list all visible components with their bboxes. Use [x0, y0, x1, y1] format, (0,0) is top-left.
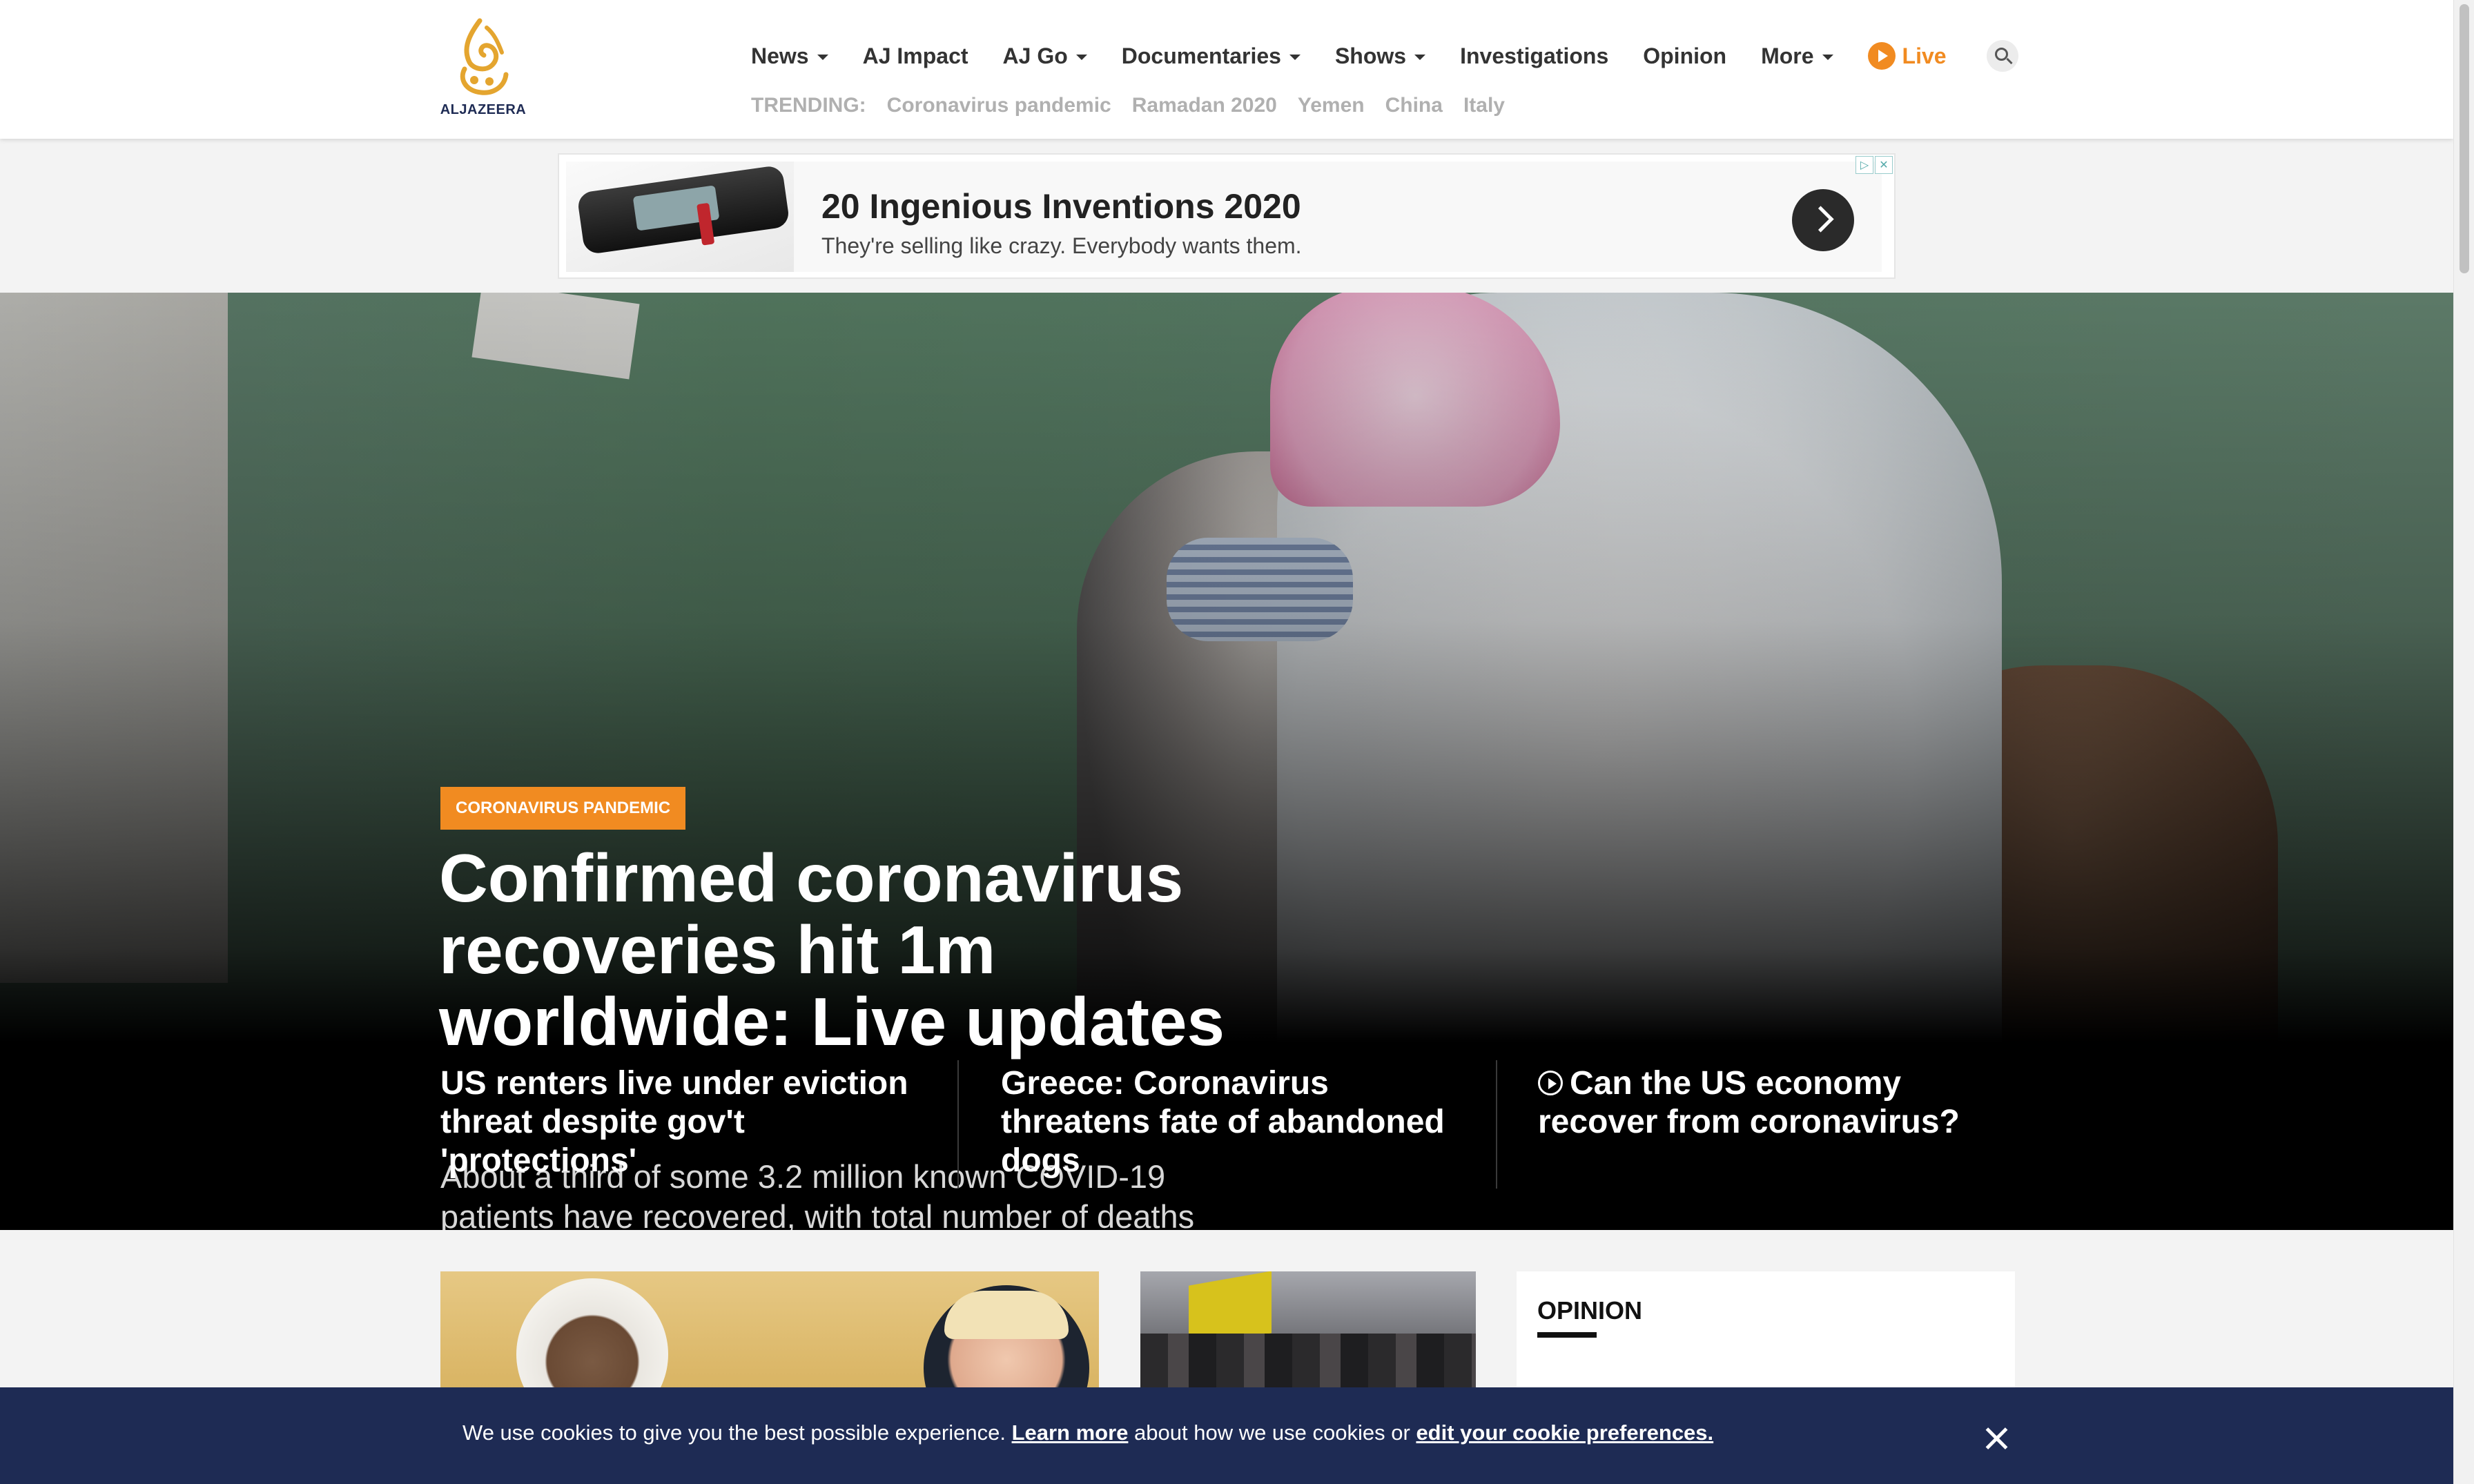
trending-link[interactable]: Yemen	[1298, 94, 1365, 117]
section-underline	[1537, 1332, 1597, 1338]
nav-item-opinion[interactable]: Opinion	[1643, 43, 1726, 69]
related-story-link[interactable]: Greece: Coronavirus threatens fate of ab…	[1001, 1064, 1470, 1180]
advertisement-banner[interactable]: 20 Ingenious Inventions 2020 They're sel…	[558, 153, 1896, 279]
ad-title[interactable]: 20 Ingenious Inventions 2020	[821, 186, 1301, 226]
chevron-down-icon	[1414, 55, 1426, 60]
scrollbar[interactable]	[2453, 0, 2474, 1484]
related-story-video[interactable]: Can the US economy recover from coronavi…	[1538, 1064, 2021, 1142]
ad-subtitle: They're selling like crazy. Everybody wa…	[821, 233, 1302, 258]
nav-label: News	[751, 43, 809, 68]
divider	[957, 1060, 959, 1189]
cookie-text: about how we use cookies or	[1128, 1420, 1416, 1445]
related-story-link[interactable]: US renters live under eviction threat de…	[440, 1064, 917, 1180]
trending-bar: TRENDING: Coronavirus pandemic Ramadan 2…	[751, 94, 1526, 117]
site-header: ALJAZEERA News AJ Impact AJ Go Documenta…	[0, 0, 2453, 139]
play-icon	[1867, 42, 1896, 70]
ad-product-image	[566, 162, 794, 272]
thumbnail-person-hair	[944, 1291, 1069, 1339]
nav-item-documentaries[interactable]: Documentaries	[1122, 43, 1301, 69]
chevron-right-icon[interactable]	[1792, 189, 1854, 251]
trending-link[interactable]: Ramadan 2020	[1132, 94, 1277, 117]
close-icon[interactable]: ✕	[1875, 156, 1893, 174]
nav-item-aj-go[interactable]: AJ Go	[1003, 43, 1087, 69]
ad-badges: ▷ ✕	[1854, 156, 1893, 174]
learn-more-link[interactable]: Learn more	[1012, 1420, 1129, 1445]
aljazeera-emblem-icon	[460, 18, 509, 95]
logo-wordmark: ALJAZEERA	[440, 102, 527, 117]
chevron-down-icon	[1822, 55, 1833, 60]
nav-label: Opinion	[1643, 43, 1727, 68]
cookie-message: We use cookies to give you the best poss…	[462, 1420, 1713, 1445]
story-thumbnail[interactable]	[1140, 1271, 1476, 1389]
thumbnail-person	[516, 1278, 668, 1389]
main-nav: News AJ Impact AJ Go Documentaries Shows…	[751, 39, 2018, 73]
nav-label: Investigations	[1460, 43, 1609, 68]
category-badge[interactable]: CORONAVIRUS PANDEMIC	[440, 787, 686, 830]
nav-label: More	[1761, 43, 1814, 68]
nav-item-investigations[interactable]: Investigations	[1460, 43, 1608, 69]
nav-item-aj-impact[interactable]: AJ Impact	[863, 43, 968, 69]
hero-headline[interactable]: Confirmed coronavirus recoveries hit 1m …	[439, 842, 1254, 1057]
live-label: Live	[1902, 43, 1947, 68]
trending-link[interactable]: China	[1385, 94, 1443, 117]
trending-link[interactable]: Coronavirus pandemic	[887, 94, 1111, 117]
nav-label: Shows	[1334, 43, 1407, 68]
chevron-down-icon	[1075, 55, 1087, 60]
divider	[1496, 1060, 1497, 1189]
chevron-down-icon	[1289, 55, 1301, 60]
nav-label: AJ Impact	[862, 43, 968, 68]
adchoices-icon[interactable]: ▷	[1856, 156, 1873, 174]
thumbnail-crowd	[1140, 1334, 1476, 1389]
nav-item-more[interactable]: More	[1761, 43, 1833, 69]
cookie-text: We use cookies to give you the best poss…	[462, 1420, 1012, 1445]
cookie-banner: We use cookies to give you the best poss…	[0, 1387, 2453, 1484]
nav-label: Documentaries	[1121, 43, 1281, 68]
chevron-down-icon	[817, 55, 828, 60]
related-story-title: Can the US economy recover from coronavi…	[1538, 1065, 1960, 1140]
play-icon	[1538, 1071, 1563, 1095]
story-thumbnail[interactable]	[440, 1271, 1099, 1389]
trending-label: TRENDING:	[751, 94, 866, 117]
cookie-preferences-link[interactable]: edit your cookie preferences.	[1416, 1420, 1713, 1445]
search-icon[interactable]	[1986, 40, 2018, 72]
close-icon[interactable]	[1983, 1425, 2010, 1452]
aljazeera-logo[interactable]: ALJAZEERA	[438, 14, 528, 121]
nav-item-live[interactable]: Live	[1867, 42, 1947, 70]
nav-item-shows[interactable]: Shows	[1334, 43, 1426, 69]
ad-content: 20 Ingenious Inventions 2020 They're sel…	[566, 162, 1882, 272]
trending-link[interactable]: Italy	[1463, 94, 1505, 117]
section-title[interactable]: OPINION	[1537, 1296, 1642, 1325]
gadget-image	[576, 164, 790, 255]
nav-item-news[interactable]: News	[751, 43, 828, 69]
nav-label: AJ Go	[1002, 43, 1068, 68]
scrollbar-thumb[interactable]	[2460, 4, 2469, 273]
